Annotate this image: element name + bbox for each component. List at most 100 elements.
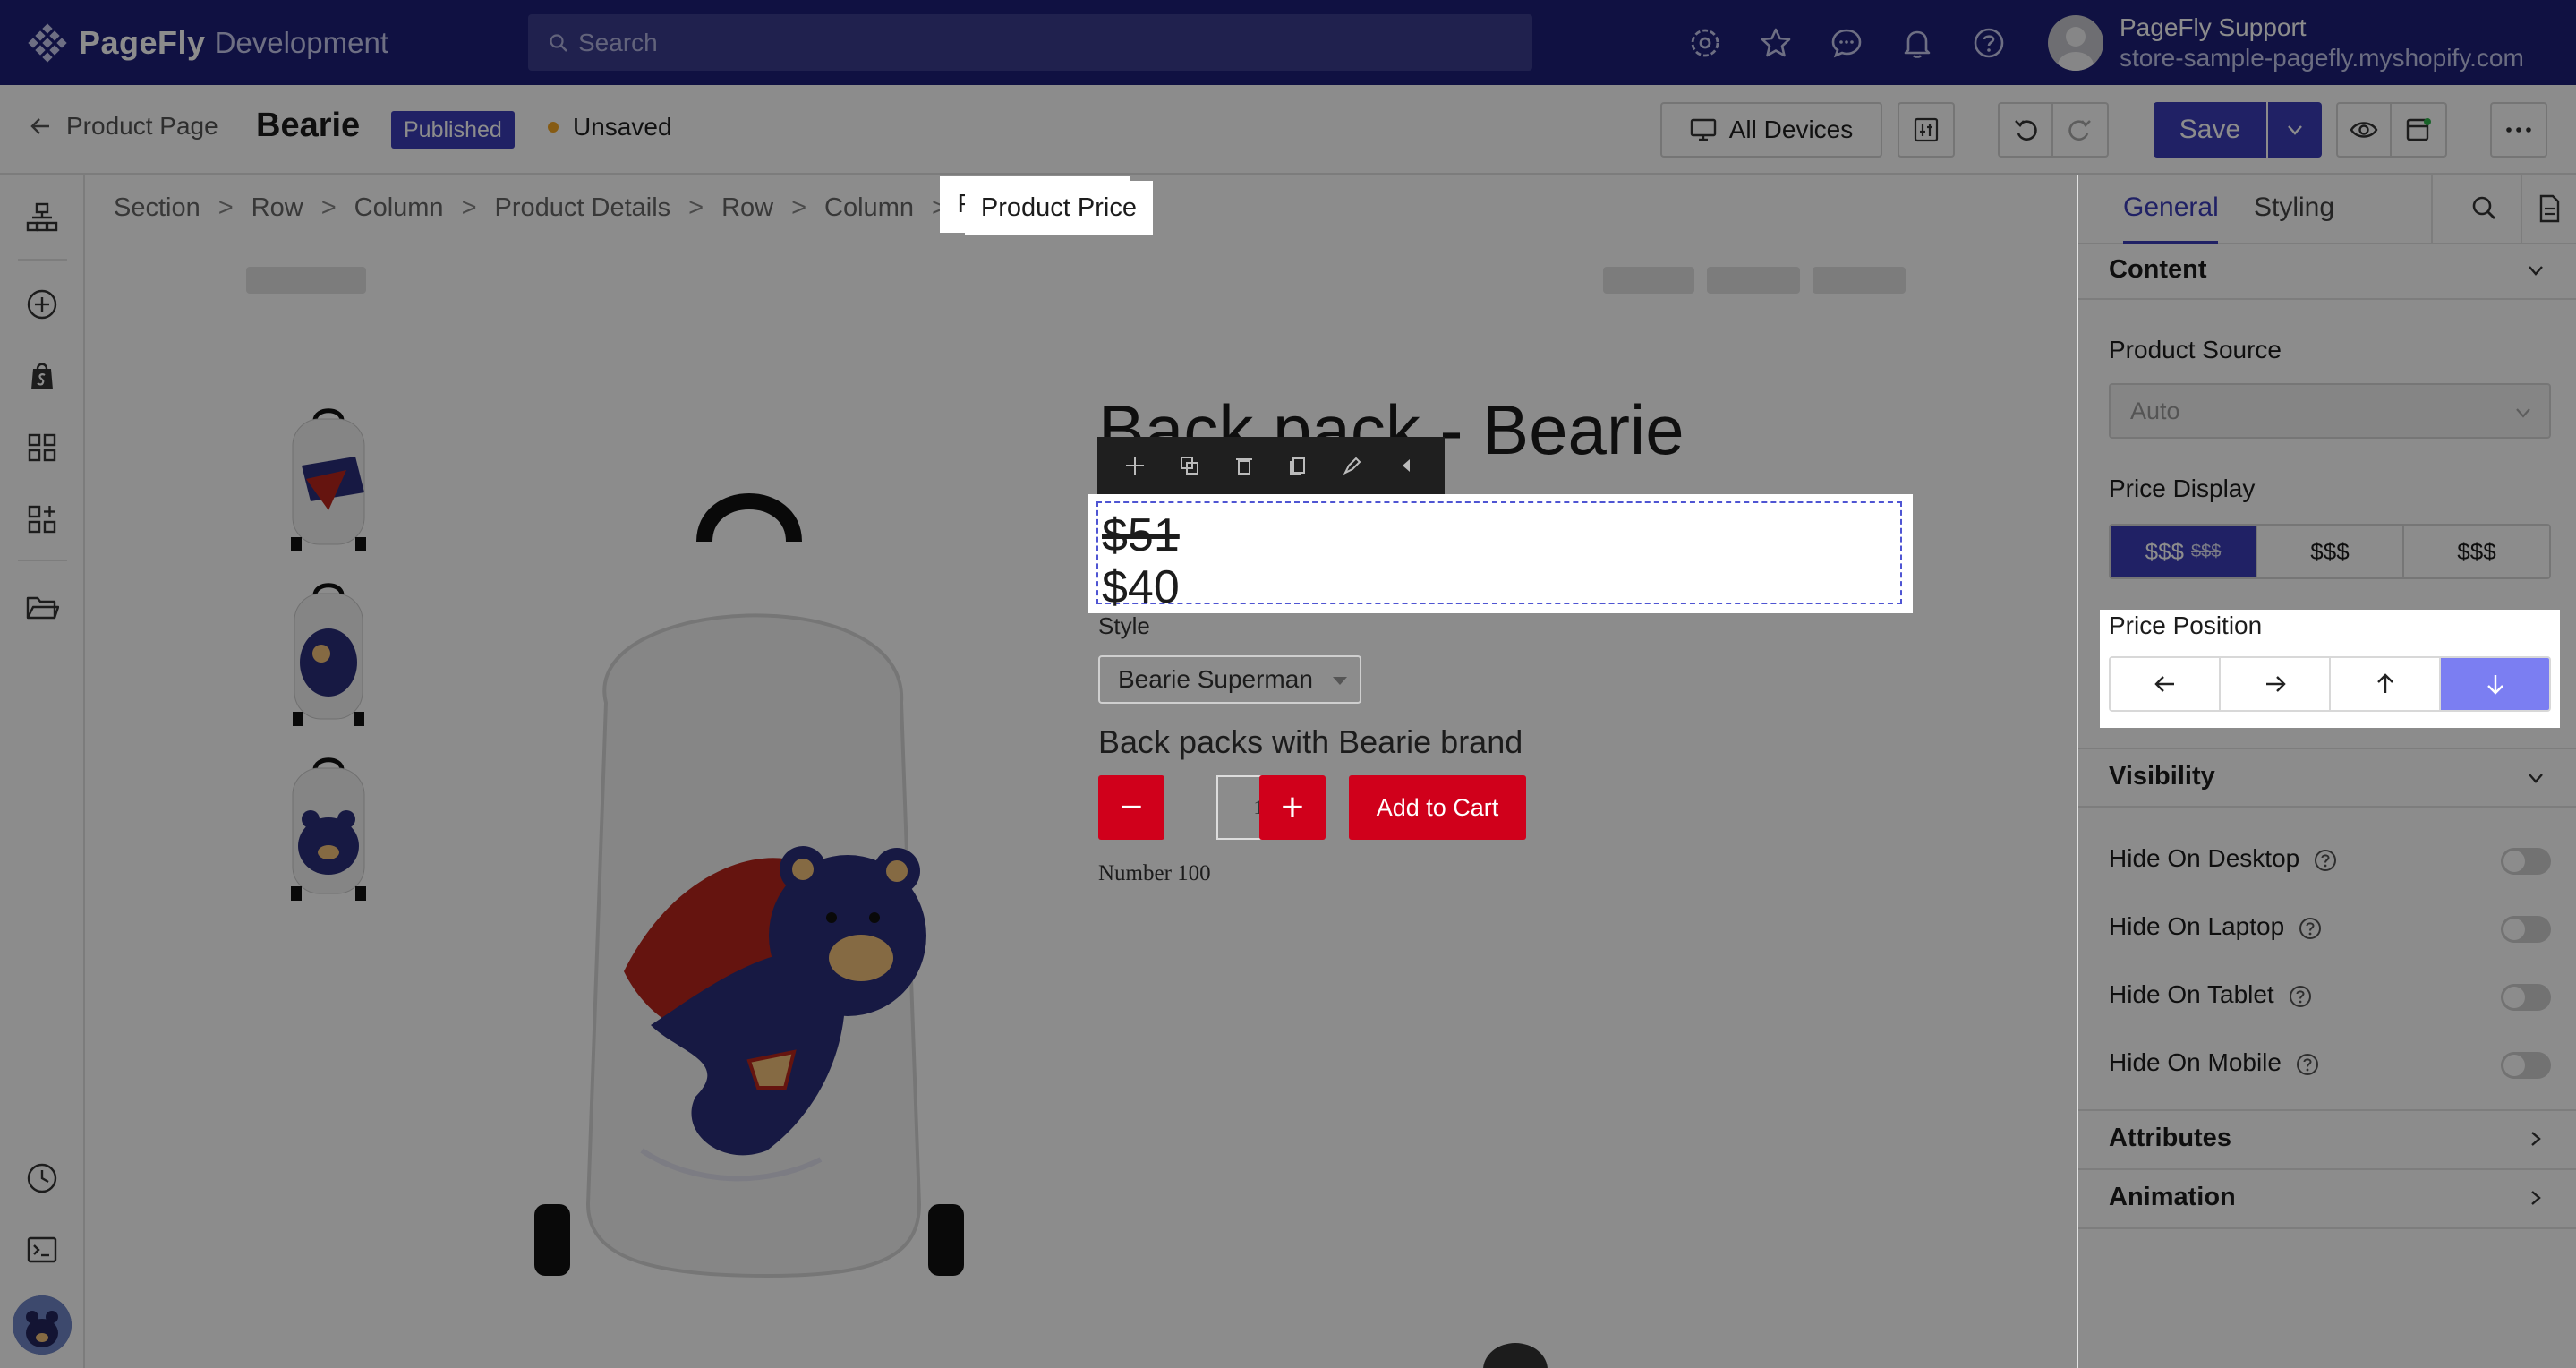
settings-icon[interactable] (1687, 25, 1723, 61)
price-position-left[interactable] (2111, 658, 2221, 710)
breadcrumb: Section > Row > Column > Product Details… (85, 175, 2077, 242)
panel-tabs: General Styling (2078, 175, 2576, 244)
breadcrumb-item[interactable]: Column (354, 193, 444, 223)
hide-tablet-toggle[interactable] (2501, 984, 2551, 1011)
help-icon[interactable] (2299, 917, 2322, 940)
shopify-icon[interactable] (25, 359, 59, 393)
breadcrumb-item[interactable]: Product Details (495, 193, 671, 223)
product-source-label: Product Source (2109, 336, 2282, 363)
price-position-bottom[interactable] (2441, 658, 2549, 710)
copy-icon[interactable] (1285, 453, 1310, 478)
section-divider (2078, 1227, 2576, 1229)
help-icon[interactable] (2289, 985, 2312, 1008)
delete-icon[interactable] (1232, 453, 1257, 478)
hide-laptop-toggle[interactable] (2501, 916, 2551, 943)
section-divider (2078, 806, 2576, 808)
visibility-section-header[interactable]: Visibility (2109, 762, 2215, 791)
undo-button[interactable] (1998, 102, 2053, 158)
breadcrumb-item[interactable]: Section (114, 193, 200, 223)
panel-dim-overlay (2078, 610, 2100, 728)
bell-icon[interactable] (1899, 25, 1935, 61)
price-display-option-price[interactable]: $$$ (2257, 526, 2404, 577)
arrow-up-icon (2376, 673, 2393, 693)
collapse-left-icon[interactable] (1395, 453, 1420, 478)
price-display-option-compare[interactable]: $$$ (2404, 526, 2549, 577)
preview-button[interactable] (2336, 102, 2392, 158)
app-logo[interactable]: PageFly Development (27, 21, 388, 64)
more-options-button[interactable] (2490, 102, 2547, 158)
breadcrumb-active-item[interactable]: Product Price (964, 181, 1153, 235)
content-section-header[interactable]: Content (2109, 255, 2207, 285)
section-divider (2078, 1109, 2576, 1111)
quantity-decrement-button[interactable]: − (1098, 775, 1164, 840)
help-icon[interactable] (1971, 25, 2007, 61)
save-button[interactable]: Save (2154, 102, 2266, 158)
save-options-button[interactable] (2268, 102, 2322, 158)
folder-icon[interactable] (25, 590, 59, 624)
page-settings-button[interactable] (1898, 102, 1955, 158)
chat-icon[interactable] (1829, 25, 1864, 61)
add-element-icon[interactable] (25, 287, 59, 321)
terminal-icon[interactable] (25, 1233, 59, 1267)
product-description[interactable]: Back packs with Bearie brand (1098, 723, 1523, 761)
back-button[interactable]: Product Page (29, 112, 218, 141)
hide-desktop-toggle[interactable] (2501, 848, 2551, 875)
editor-canvas[interactable]: Back pack - Bearie $51 $40 Style Bearie … (87, 242, 2077, 1368)
chevron-down-icon[interactable] (2526, 261, 2546, 280)
breadcrumb-item[interactable]: Column (824, 193, 914, 223)
sliders-icon (1914, 117, 1939, 142)
layers-icon[interactable] (25, 201, 59, 235)
page-title[interactable]: Bearie (256, 107, 360, 145)
breadcrumb-separator: > (320, 193, 337, 222)
status-badge: Published (391, 111, 515, 149)
bear-avatar[interactable] (13, 1295, 72, 1355)
number-label: Number (1098, 861, 1172, 885)
price-position-right[interactable] (2221, 658, 2331, 710)
chevron-right-icon[interactable] (2526, 1188, 2546, 1208)
help-icon[interactable] (2314, 849, 2337, 872)
back-label: Product Page (66, 112, 218, 140)
product-price-block[interactable]: $51 $40 (1096, 501, 1902, 613)
document-icon[interactable] (2531, 191, 2567, 227)
chevron-right-icon[interactable] (2526, 1129, 2546, 1149)
price-position-top[interactable] (2331, 658, 2441, 710)
grid-icon[interactable] (25, 431, 59, 465)
move-icon[interactable] (1122, 453, 1147, 478)
tab-general[interactable]: General (2123, 192, 2219, 223)
price-display-option-both[interactable]: $$$ $$$ (2111, 526, 2257, 577)
number-value: 100 (1177, 861, 1211, 885)
search-icon[interactable] (2467, 191, 2503, 227)
publish-preview-button[interactable] (2392, 102, 2447, 158)
variant-value: Bearie Superman (1118, 665, 1313, 693)
user-menu[interactable]: PageFly Support store-sample-pagefly.mys… (2048, 13, 2524, 72)
breadcrumb-item[interactable]: Row (721, 193, 773, 223)
variant-select[interactable]: Bearie Superman (1098, 655, 1361, 704)
add-to-cart-button[interactable]: Add to Cart (1349, 775, 1526, 840)
help-icon[interactable] (2296, 1053, 2319, 1076)
pagefly-logo-icon (28, 23, 67, 63)
tab-styling[interactable]: Styling (2254, 192, 2334, 223)
attributes-section-header[interactable]: Attributes (2109, 1124, 2231, 1153)
quantity-increment-button[interactable]: + (1259, 775, 1326, 840)
hide-mobile-toggle[interactable] (2501, 1052, 2551, 1079)
device-selector[interactable]: All Devices (1660, 102, 1882, 158)
search-input[interactable] (578, 28, 1518, 57)
redo-button[interactable] (2053, 102, 2109, 158)
apps-icon[interactable] (25, 502, 59, 536)
global-search[interactable] (528, 14, 1532, 71)
product-number: Number 100 (1098, 861, 1211, 886)
left-sidebar (0, 175, 85, 1368)
chevron-down-icon (2288, 125, 2302, 135)
breadcrumb-item[interactable]: Row (252, 193, 303, 223)
variant-label: Style (1098, 612, 1150, 639)
paint-icon[interactable] (1340, 453, 1365, 478)
device-label: All Devices (1728, 115, 1854, 143)
duplicate-icon[interactable] (1177, 453, 1202, 478)
tab-divider (2431, 175, 2433, 244)
star-icon[interactable] (1758, 25, 1794, 61)
history-icon[interactable] (25, 1161, 59, 1195)
animation-section-header[interactable]: Animation (2109, 1183, 2236, 1212)
hide-desktop-label: Hide On Desktop (2109, 844, 2300, 872)
tab-divider (2521, 175, 2522, 244)
chevron-down-icon[interactable] (2526, 768, 2546, 788)
